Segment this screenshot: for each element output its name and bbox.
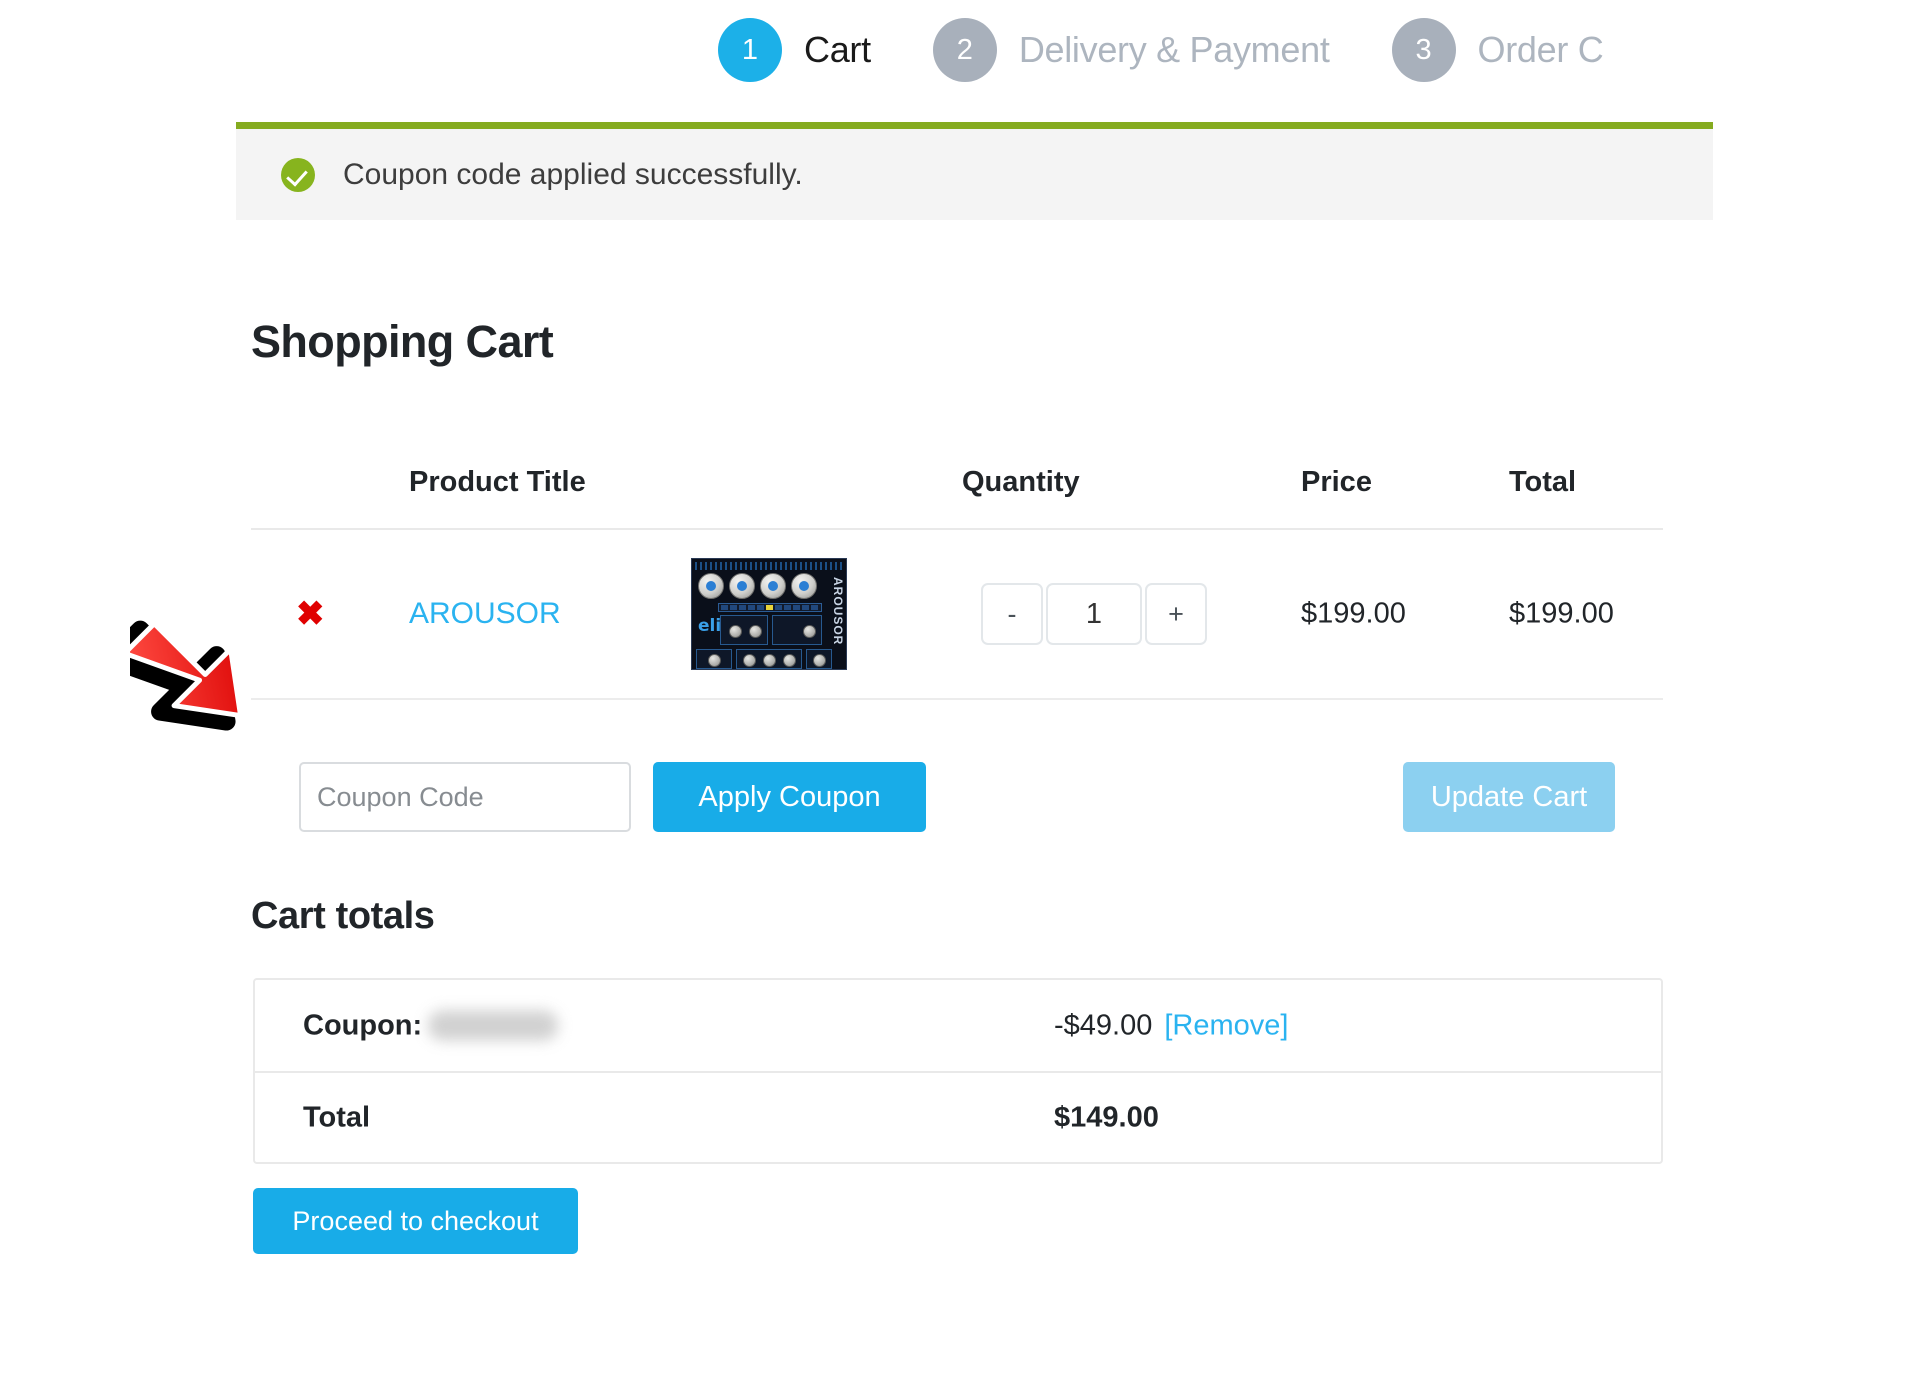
product-price: $199.00 [1301,597,1406,630]
column-header-quantity: Quantity [962,466,1080,498]
step-cart[interactable]: 1 Cart [718,18,871,82]
total-amount: $149.00 [1054,1101,1159,1133]
check-circle-icon [281,157,315,192]
coupon-success-notice: Coupon code applied successfully. [236,122,1713,220]
thumbnail-brand-text: AROUSOR [831,577,845,646]
product-line-total: $199.00 [1509,597,1614,630]
coupon-code-input[interactable] [299,762,631,832]
cart-totals-title: Cart totals [251,895,435,937]
coupon-discount-amount: -$49.00 [1054,1009,1153,1041]
checkout-steps: 1 Cart 2 Delivery & Payment 3 Order C [0,0,1920,100]
update-cart-button[interactable]: Update Cart [1403,762,1615,832]
coupon-row-value: -$49.00 [Remove] [1054,1009,1288,1042]
cart-table-header: Product Title Quantity Price Total [251,466,1663,530]
quantity-increase-button[interactable]: + [1145,583,1207,645]
column-header-price: Price [1301,466,1372,498]
quantity-input[interactable]: 1 [1046,583,1142,645]
step-order-confirmation-label: Order C [1477,29,1604,70]
step-delivery-payment[interactable]: 2 Delivery & Payment [932,18,1330,82]
remove-coupon-link[interactable]: [Remove] [1164,1009,1288,1042]
column-header-total: Total [1509,466,1577,498]
apply-coupon-button[interactable]: Apply Coupon [653,762,926,832]
cart-page: 1 Cart 2 Delivery & Payment 3 Order C Co… [0,0,1920,1400]
remove-item-icon[interactable]: ✖ [296,597,325,631]
table-row: ✖ AROUSOR eli AROUSOR - 1 + $199.00 $199… [251,530,1663,700]
coupon-code-redacted [428,1010,559,1041]
totals-row-total: Total $149.00 [255,1071,1661,1162]
step-order-confirmation[interactable]: 3 Order C [1391,18,1604,82]
totals-row-coupon: Coupon: -$49.00 [Remove] [255,980,1661,1071]
step-cart-number: 1 [718,18,782,82]
cart-table: Product Title Quantity Price Total ✖ ARO… [251,466,1663,700]
step-delivery-payment-label: Delivery & Payment [1018,29,1330,70]
product-link[interactable]: AROUSOR [409,597,561,631]
step-cart-label: Cart [804,29,871,70]
notice-message: Coupon code applied successfully. [343,157,803,191]
coupon-label-text: Coupon: [303,1009,423,1041]
coupon-row-label: Coupon: [303,1009,559,1042]
step-order-confirmation-number: 3 [1391,18,1456,82]
cart-totals-table: Coupon: -$49.00 [Remove] Total $149.00 [253,978,1663,1164]
page-title: Shopping Cart [251,316,554,367]
column-header-product: Product Title [409,466,586,498]
proceed-to-checkout-button[interactable]: Proceed to checkout [253,1188,578,1254]
step-delivery-payment-number: 2 [932,18,997,82]
total-label: Total [303,1101,371,1133]
quantity-decrease-button[interactable]: - [981,583,1043,645]
quantity-stepper: - 1 + [981,583,1207,645]
product-thumbnail[interactable]: eli AROUSOR [691,558,847,670]
coupon-row: Apply Coupon Update Cart [251,762,1663,832]
